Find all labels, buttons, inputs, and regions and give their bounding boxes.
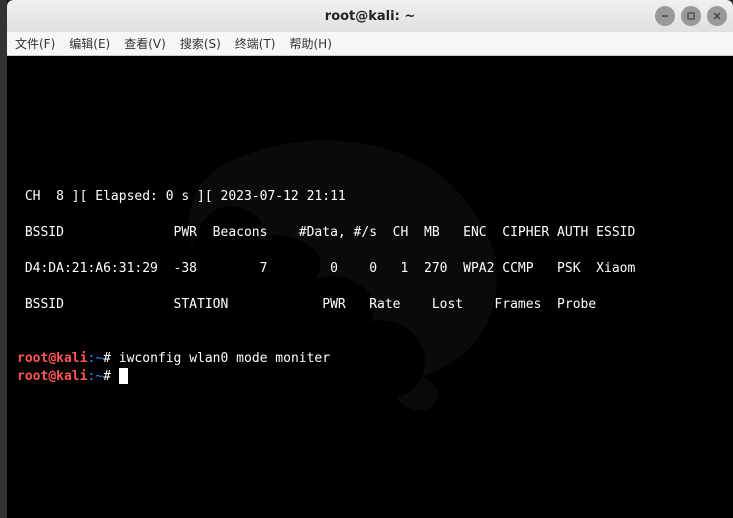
terminal-body[interactable]: CH 8 ][ Elapsed: 0 s ][ 2023-07-12 21:11…: [7, 56, 733, 518]
close-button[interactable]: [707, 6, 727, 26]
prompt-at: @: [48, 369, 56, 384]
prompt-user: root: [17, 369, 48, 384]
menu-search[interactable]: 搜索(S): [180, 35, 221, 52]
prompt-hash: #: [103, 369, 119, 384]
airodump-columns-ap: BSSID PWR Beacons #Data, #/s CH MB ENC C…: [17, 225, 635, 240]
cursor: [119, 368, 128, 384]
prompt-user: root: [17, 351, 48, 366]
menu-view[interactable]: 查看(V): [124, 35, 166, 52]
prompt-hash: #: [103, 351, 119, 366]
prompt-at: @: [48, 351, 56, 366]
prompt-host: kali: [56, 351, 87, 366]
minimize-button[interactable]: [655, 6, 675, 26]
airodump-row: D4:DA:21:A6:31:29 -38 7 0 0 1 270 WPA2 C…: [17, 261, 635, 276]
titlebar: root@kali: ~: [7, 0, 733, 32]
menu-terminal[interactable]: 终端(T): [235, 35, 276, 52]
airodump-header: CH 8 ][ Elapsed: 0 s ][ 2023-07-12 21:11: [17, 189, 346, 204]
menu-help[interactable]: 帮助(H): [290, 35, 332, 52]
desktop-strip: [0, 0, 7, 518]
menu-edit[interactable]: 编辑(E): [69, 35, 110, 52]
prompt-line-1: root@kali:~# iwconfig wlan0 mode moniter: [17, 351, 330, 366]
menu-file[interactable]: 文件(F): [15, 35, 55, 52]
prompt-path: ~: [95, 351, 103, 366]
menubar: 文件(F) 编辑(E) 查看(V) 搜索(S) 终端(T) 帮助(H): [7, 32, 733, 56]
terminal-window: root@kali: ~ 文件(F) 编辑(E) 查看(V) 搜索(S) 终端(…: [7, 0, 733, 518]
prompt-path: ~: [95, 369, 103, 384]
maximize-button[interactable]: [681, 6, 701, 26]
window-title: root@kali: ~: [325, 9, 415, 24]
prompt-line-2: root@kali:~#: [17, 369, 128, 384]
airodump-columns-sta: BSSID STATION PWR Rate Lost Frames Probe: [17, 297, 596, 312]
command-text: iwconfig wlan0 mode moniter: [119, 351, 330, 366]
prompt-host: kali: [56, 369, 87, 384]
